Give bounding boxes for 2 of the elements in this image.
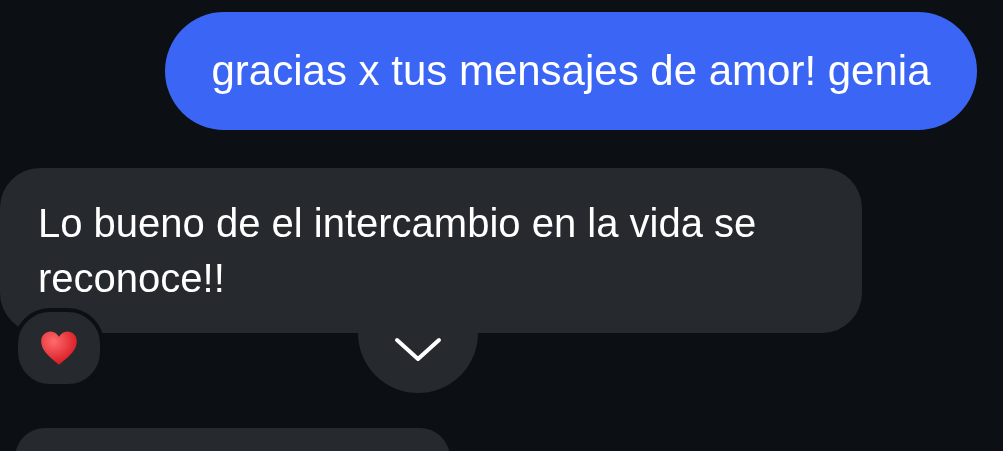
received-message-bubble[interactable]: Lo bueno de el intercambio en la vida se reconoce!! [0,168,862,333]
sent-message-bubble[interactable]: gracias x tus mensajes de amor! genia [165,12,977,130]
